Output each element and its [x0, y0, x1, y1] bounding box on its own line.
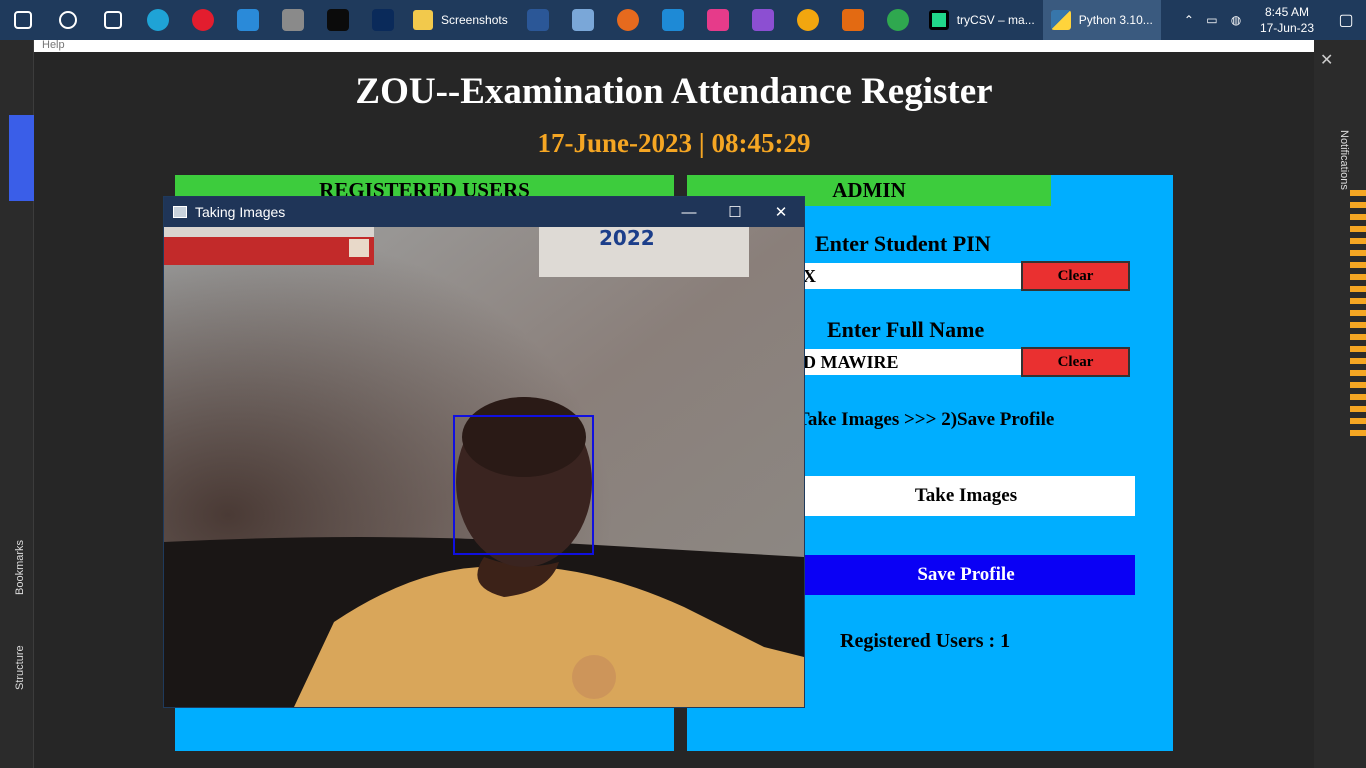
window-app-icon [173, 206, 187, 218]
taskbar-opera[interactable] [180, 0, 225, 40]
taskbar-app[interactable] [696, 0, 741, 40]
camera-feed: 2022 [164, 227, 804, 707]
taskbar-vs-purple[interactable] [741, 0, 786, 40]
close-icon[interactable]: ✕ [1320, 50, 1333, 70]
python-icon [1050, 10, 1071, 30]
camera-icon [281, 9, 304, 31]
taskbar-pycharm[interactable]: tryCSV – ma... [921, 0, 1043, 40]
taskbar-python[interactable]: Python 3.10... [1042, 0, 1161, 40]
pycharm-icon [928, 10, 949, 30]
ide-left-toolbar: Bookmarks Structure [0, 40, 34, 768]
taskbar-box[interactable] [561, 0, 606, 40]
taskbar-camera[interactable] [270, 0, 315, 40]
folder-icon [413, 10, 433, 30]
minimize-icon[interactable]: — [666, 197, 712, 227]
pin-input[interactable]: X [797, 263, 1022, 289]
clear-pin-button[interactable]: Clear [1021, 261, 1130, 291]
name-label: Enter Full Name [827, 317, 985, 342]
start-icon [13, 11, 32, 29]
name-input[interactable]: D MAWIRE [797, 349, 1022, 375]
structure-tool-tab[interactable]: Structure [14, 620, 32, 690]
network-icon[interactable]: ◍ [1224, 13, 1248, 27]
taskbar-search[interactable] [45, 0, 90, 40]
scroll-stripes [1350, 190, 1366, 440]
edge-icon [146, 9, 169, 31]
taskbar: Screenshots tryCSV – ma... Python 3.10..… [0, 0, 1366, 40]
taskbar-word[interactable] [516, 0, 561, 40]
search-icon [58, 11, 77, 29]
clock-date: 17-Jun-23 [1259, 21, 1314, 35]
taskbar-ubuntu[interactable] [786, 0, 831, 40]
taskbar-chrome[interactable] [876, 0, 921, 40]
taskbar-terminal[interactable] [315, 0, 360, 40]
sublime-icon [842, 9, 865, 31]
registered-users-count: Registered Users : 1 [840, 630, 1011, 652]
taskbar-firefox[interactable] [606, 0, 651, 40]
vscode-icon [662, 9, 685, 31]
close-icon[interactable]: ✕ [758, 197, 804, 227]
firefox-icon [617, 9, 640, 31]
word-icon [527, 9, 550, 31]
vs-purple-icon [752, 9, 775, 31]
opera-icon [191, 9, 214, 31]
taskbar-pycharm-label: tryCSV – ma... [956, 13, 1035, 27]
app-icon [707, 9, 730, 31]
calendar-year: 2022 [599, 227, 655, 250]
taskbar-ie[interactable] [225, 0, 270, 40]
notifications-tool-tab[interactable]: Notifications [1334, 130, 1350, 230]
pin-label: Enter Student PIN [815, 231, 991, 256]
taskbar-python-label: Python 3.10... [1078, 13, 1153, 27]
taskbar-visual-studio[interactable] [360, 0, 405, 40]
taskbar-start[interactable] [0, 0, 45, 40]
project-tool-tab[interactable] [9, 115, 34, 201]
terminal-icon [326, 9, 349, 31]
help-menu[interactable]: Help [34, 40, 1314, 52]
visual-studio-icon [371, 9, 394, 31]
face-detection-box [453, 415, 594, 555]
camera-window-titlebar[interactable]: Taking Images — ☐ ✕ [164, 197, 804, 227]
taking-images-window: Taking Images — ☐ ✕ 2022 [163, 196, 805, 708]
battery-icon[interactable]: ▭ [1200, 13, 1224, 27]
maximize-icon[interactable]: ☐ [712, 197, 758, 227]
clear-name-button[interactable]: Clear [1021, 347, 1130, 377]
notification-icon[interactable]: ▢ [1326, 10, 1366, 30]
bookmarks-tool-tab[interactable]: Bookmarks [14, 510, 32, 595]
taskbar-vscode[interactable] [651, 0, 696, 40]
box-icon [572, 9, 595, 31]
steps-instructions: Take Images >>> 2)Save Profile [797, 409, 1055, 430]
taskbar-sublime[interactable] [831, 0, 876, 40]
ubuntu-icon [797, 9, 820, 31]
system-tray: ⌃ ▭ ◍ 8:45 AM 17-Jun-23 ▢ [1178, 0, 1366, 40]
ie-icon [236, 9, 259, 31]
taskbar-task-view[interactable] [90, 0, 135, 40]
save-profile-button[interactable]: Save Profile [797, 555, 1135, 595]
taskbar-screenshots[interactable]: Screenshots [405, 0, 516, 40]
clock-time: 8:45 AM [1264, 5, 1309, 19]
taskbar-screenshots-label: Screenshots [441, 13, 508, 27]
app-title: ZOU--Examination Attendance Register [355, 71, 993, 112]
app-datetime: 17-June-2023 | 08:45:29 [537, 128, 811, 158]
clock[interactable]: 8:45 AM 17-Jun-23 [1248, 4, 1326, 36]
take-images-button[interactable]: Take Images [797, 476, 1135, 516]
ide-right-toolbar: ✕ Notifications [1314, 40, 1366, 768]
taskbar-edge[interactable] [135, 0, 180, 40]
camera-window-title: Taking Images [195, 204, 286, 220]
chrome-icon [887, 9, 910, 31]
chevron-up-icon[interactable]: ⌃ [1178, 13, 1200, 27]
task-view-icon [103, 11, 122, 29]
